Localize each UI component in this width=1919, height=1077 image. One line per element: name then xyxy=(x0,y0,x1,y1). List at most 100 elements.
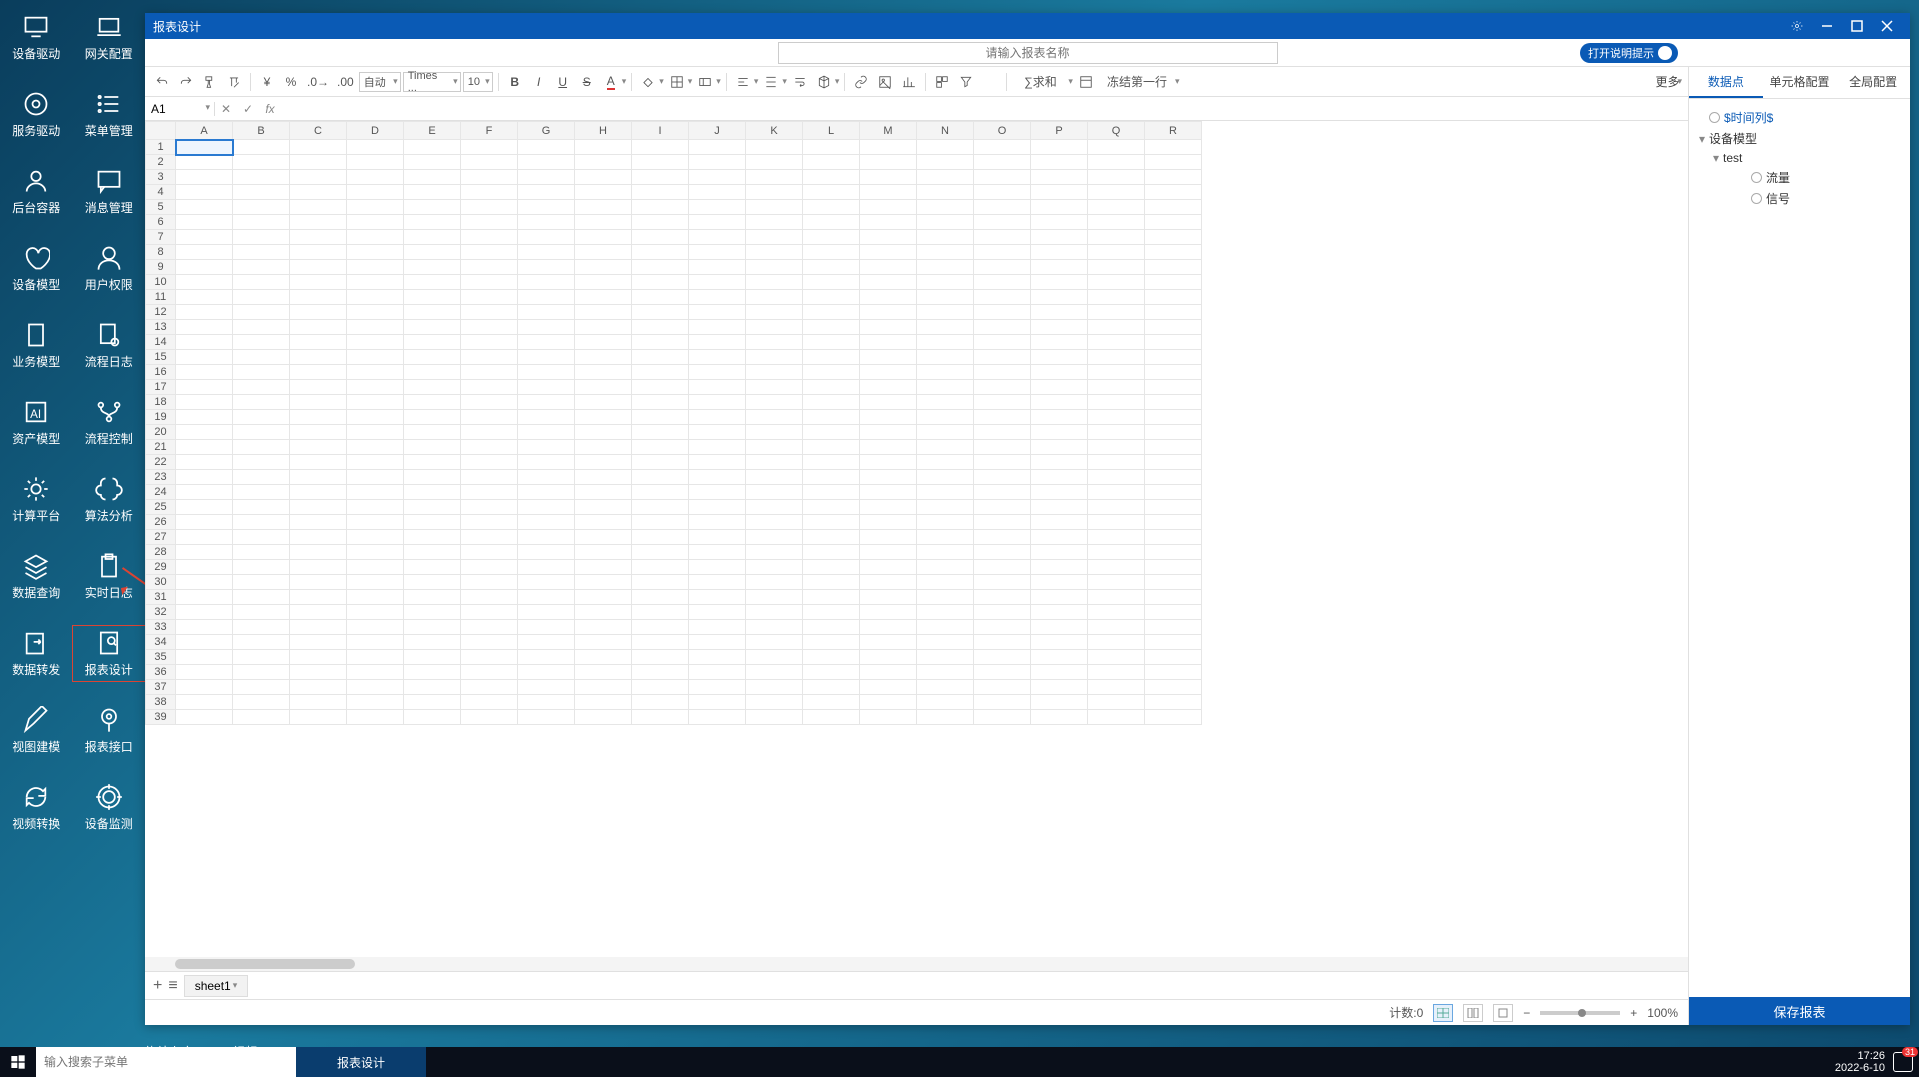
table-button[interactable] xyxy=(979,71,1001,93)
menu-ai[interactable]: AI资产模型 xyxy=(0,395,73,450)
fill-color-button[interactable] xyxy=(637,71,659,93)
formula-input[interactable] xyxy=(281,102,1688,116)
border-dropdown[interactable]: ▾ xyxy=(688,76,693,87)
fontsize-select[interactable]: 10 xyxy=(463,72,493,92)
menu-forward[interactable]: 数据转发 xyxy=(0,626,73,681)
sheet-tab-dropdown[interactable]: ▾ xyxy=(233,980,238,991)
clear-format-button[interactable] xyxy=(223,71,245,93)
menu-flow[interactable]: 流程控制 xyxy=(73,395,146,450)
font-color-button[interactable]: A xyxy=(600,71,622,93)
percent-button[interactable]: % xyxy=(280,71,302,93)
maximize-button[interactable] xyxy=(1842,13,1872,39)
tab-global-config[interactable]: 全局配置 xyxy=(1836,67,1910,98)
menu-report[interactable]: 报表设计 xyxy=(73,626,146,681)
menu-gear[interactable]: 计算平台 xyxy=(0,472,73,527)
redo-button[interactable] xyxy=(175,71,197,93)
menu-user[interactable]: 用户权限 xyxy=(73,241,146,296)
cube-dropdown[interactable]: ▾ xyxy=(835,76,840,87)
sheet-list-button[interactable]: ≡ xyxy=(168,977,177,995)
menu-user-gear[interactable]: 后台容器 xyxy=(0,164,73,219)
menu-disc[interactable]: 服务驱动 xyxy=(0,87,73,142)
tree-time-col[interactable]: $时间列$ xyxy=(1695,107,1904,128)
start-button[interactable] xyxy=(0,1047,36,1077)
minimize-button[interactable] xyxy=(1812,13,1842,39)
tree-root[interactable]: ▾设备模型 xyxy=(1695,128,1904,149)
fill-color-dropdown[interactable]: ▾ xyxy=(659,76,664,87)
decrease-decimal-button[interactable]: .0→ xyxy=(304,71,332,93)
tree-node-test[interactable]: ▾test xyxy=(1695,149,1904,167)
underline-button[interactable]: U xyxy=(552,71,574,93)
sum-button[interactable]: ∑求和 xyxy=(1012,71,1068,93)
cube-button[interactable] xyxy=(813,71,835,93)
horizontal-scrollbar[interactable] xyxy=(145,957,1688,971)
italic-button[interactable]: I xyxy=(528,71,550,93)
more-button[interactable]: 更多▾ xyxy=(1655,73,1682,90)
zoom-slider[interactable] xyxy=(1540,1011,1620,1015)
sum-dropdown[interactable]: ▾ xyxy=(1068,76,1073,87)
sheet-tab-1[interactable]: sheet1 ▾ xyxy=(184,975,249,997)
add-sheet-button[interactable]: + xyxy=(153,977,162,995)
menu-doc-search[interactable]: 流程日志 xyxy=(73,318,146,373)
valign-button[interactable] xyxy=(760,71,782,93)
menu-clipboard[interactable]: 实时日志 xyxy=(73,549,146,604)
format-painter-button[interactable] xyxy=(199,71,221,93)
chart-button[interactable] xyxy=(898,71,920,93)
spreadsheet-grid[interactable]: ABCDEFGHIJKLMNOPQR1234567891011121314151… xyxy=(145,121,1688,957)
taskbar-search[interactable] xyxy=(36,1047,296,1077)
layout-button[interactable] xyxy=(1075,71,1097,93)
merge-dropdown[interactable]: ▾ xyxy=(716,76,721,87)
menu-building[interactable]: 业务模型 xyxy=(0,318,73,373)
view-break-button[interactable] xyxy=(1493,1004,1513,1022)
cell-reference[interactable]: A1 xyxy=(145,102,215,116)
filter-button[interactable] xyxy=(955,71,977,93)
format-select[interactable]: 自动 xyxy=(359,72,401,92)
menu-pencil[interactable]: 视图建模 xyxy=(0,703,73,758)
menu-pin[interactable]: 报表接口 xyxy=(73,703,146,758)
border-button[interactable] xyxy=(666,71,688,93)
close-button[interactable] xyxy=(1872,13,1902,39)
undo-button[interactable] xyxy=(151,71,173,93)
link-button[interactable] xyxy=(850,71,872,93)
menu-list[interactable]: 菜单管理 xyxy=(73,87,146,142)
font-color-dropdown[interactable]: ▾ xyxy=(622,76,627,87)
notification-icon[interactable]: 31 xyxy=(1893,1052,1913,1072)
clock[interactable]: 17:26 2022-6-10 xyxy=(1835,1050,1885,1074)
taskbar-task[interactable]: 报表设计 xyxy=(296,1047,426,1077)
cond-format-button[interactable] xyxy=(931,71,953,93)
tree-leaf-flow[interactable]: 流量 xyxy=(1695,167,1904,188)
report-name-input[interactable] xyxy=(778,42,1278,64)
accept-formula-icon[interactable]: ✓ xyxy=(237,102,259,116)
view-page-button[interactable] xyxy=(1463,1004,1483,1022)
cancel-formula-icon[interactable]: ✕ xyxy=(215,102,237,116)
menu-monitor[interactable]: 设备驱动 xyxy=(0,10,73,65)
settings-icon[interactable] xyxy=(1782,13,1812,39)
halign-button[interactable] xyxy=(732,71,754,93)
view-normal-button[interactable] xyxy=(1433,1004,1453,1022)
valign-dropdown[interactable]: ▾ xyxy=(782,76,787,87)
menu-laptop[interactable]: 网关配置 xyxy=(73,10,146,65)
currency-button[interactable]: ¥ xyxy=(256,71,278,93)
menu-chat[interactable]: 消息管理 xyxy=(73,164,146,219)
font-select[interactable]: Times ... xyxy=(403,72,461,92)
menu-target[interactable]: 设备监测 xyxy=(73,780,146,835)
bold-button[interactable]: B xyxy=(504,71,526,93)
menu-layers[interactable]: 数据查询 xyxy=(0,549,73,604)
strike-button[interactable]: S xyxy=(576,71,598,93)
tree-leaf-signal[interactable]: 信号 xyxy=(1695,188,1904,209)
menu-brain[interactable]: 算法分析 xyxy=(73,472,146,527)
zoom-out-button[interactable]: − xyxy=(1523,1006,1530,1020)
wrap-button[interactable] xyxy=(789,71,811,93)
help-toggle[interactable]: 打开说明提示 xyxy=(1580,43,1678,63)
image-button[interactable] xyxy=(874,71,896,93)
freeze-button[interactable]: 冻结第一行 xyxy=(1099,71,1175,93)
save-report-button[interactable]: 保存报表 xyxy=(1689,997,1910,1025)
tab-cell-config[interactable]: 单元格配置 xyxy=(1763,67,1837,98)
zoom-in-button[interactable]: + xyxy=(1630,1006,1637,1020)
increase-decimal-button[interactable]: .00 xyxy=(334,71,357,93)
halign-dropdown[interactable]: ▾ xyxy=(754,76,759,87)
menu-heart-gear[interactable]: 设备模型 xyxy=(0,241,73,296)
merge-button[interactable] xyxy=(694,71,716,93)
tab-data-points[interactable]: 数据点 xyxy=(1689,67,1763,98)
menu-refresh[interactable]: 视频转换 xyxy=(0,780,73,835)
fx-icon[interactable]: fx xyxy=(259,102,281,116)
